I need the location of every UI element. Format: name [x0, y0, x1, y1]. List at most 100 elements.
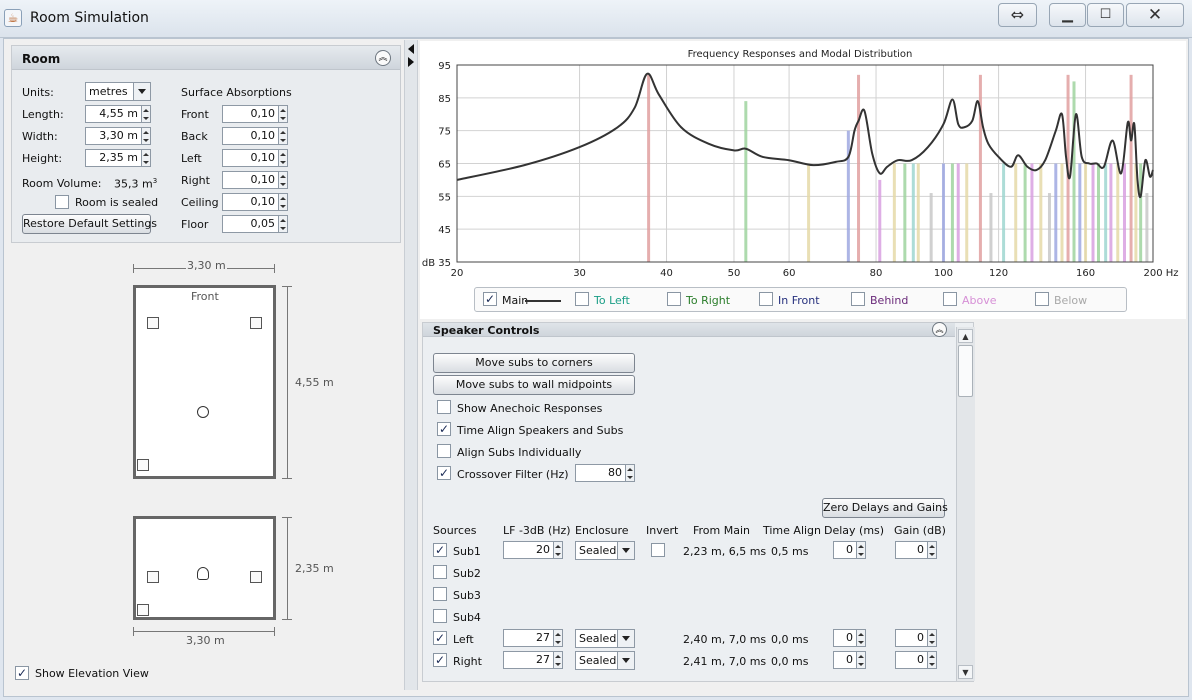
- move-subs-midpoints-button[interactable]: Move subs to wall midpoints: [433, 375, 635, 395]
- absorption-left-field[interactable]: 0,10: [222, 149, 279, 167]
- right-speaker-checkbox[interactable]: ✓: [433, 653, 447, 667]
- title-bar: ☕ Room Simulation ⇔ ▁ ☐ ✕: [0, 0, 1192, 38]
- crossover-spinner[interactable]: [626, 464, 635, 482]
- absorption-back-field[interactable]: 0,10: [222, 127, 279, 145]
- length-field[interactable]: 4,55 m: [85, 105, 142, 123]
- legend-below-checkbox[interactable]: [1035, 292, 1049, 306]
- sub1-lf-field[interactable]: 20: [503, 541, 554, 559]
- mode-bar: [989, 193, 993, 262]
- left-enclosure-select[interactable]: Sealed: [575, 629, 635, 648]
- sub1-icon[interactable]: [137, 459, 149, 471]
- maximize-button[interactable]: ☐: [1087, 3, 1124, 27]
- width-field[interactable]: 3,30 m: [85, 127, 142, 145]
- collapse-chevron-icon[interactable]: ︽: [375, 50, 391, 66]
- left-gain-spinner[interactable]: [928, 629, 937, 647]
- right-gain-spinner[interactable]: [928, 651, 937, 669]
- units-select[interactable]: metres: [85, 82, 151, 101]
- legend-to-right-checkbox[interactable]: [667, 292, 681, 306]
- crossover-field[interactable]: 80: [575, 464, 626, 482]
- legend-in-front-checkbox[interactable]: [759, 292, 773, 306]
- y-tick-label: 55: [438, 192, 451, 203]
- absorption-right-field[interactable]: 0,10: [222, 171, 279, 189]
- room-sealed-checkbox[interactable]: [55, 195, 69, 209]
- close-button[interactable]: ✕: [1126, 3, 1184, 27]
- show-elevation-checkbox[interactable]: ✓: [15, 666, 29, 680]
- sub2-checkbox[interactable]: [433, 565, 447, 579]
- minimize-button[interactable]: ▁: [1049, 3, 1086, 27]
- sub4-checkbox[interactable]: [433, 609, 447, 623]
- legend-above-checkbox[interactable]: [943, 292, 957, 306]
- listener-elevation-icon[interactable]: [197, 567, 209, 580]
- dimension-tick: [282, 619, 292, 620]
- speaker-right-icon[interactable]: [250, 317, 262, 329]
- absorption-front-field[interactable]: 0,10: [222, 105, 279, 123]
- listener-icon[interactable]: [197, 406, 209, 418]
- left-gain-field[interactable]: 0: [895, 629, 928, 647]
- right-delay-spinner[interactable]: [857, 651, 866, 669]
- absorption-floor-field[interactable]: 0,05: [222, 215, 279, 233]
- legend-behind-checkbox[interactable]: [851, 292, 865, 306]
- absorption-ceiling-spinner[interactable]: [279, 193, 288, 211]
- legend-main-checkbox[interactable]: ✓: [483, 292, 497, 306]
- speaker-left-elevation-icon[interactable]: [147, 571, 159, 583]
- scroll-down-arrow-icon[interactable]: ▼: [958, 665, 973, 679]
- right-delay-field[interactable]: 0: [833, 651, 857, 669]
- move-subs-corners-button[interactable]: Move subs to corners: [433, 353, 635, 373]
- speaker-right-elevation-icon[interactable]: [250, 571, 262, 583]
- left-lf-field[interactable]: 27: [503, 629, 554, 647]
- left-speaker-checkbox[interactable]: ✓: [433, 631, 447, 645]
- width-spinner[interactable]: [142, 127, 151, 145]
- surface-label-back: Back: [181, 130, 208, 143]
- left-delay-field[interactable]: 0: [833, 629, 857, 647]
- sub1-delay-field[interactable]: 0: [833, 541, 857, 559]
- time-align-checkbox[interactable]: ✓: [437, 422, 451, 436]
- absorption-right-spinner[interactable]: [279, 171, 288, 189]
- collapse-left-arrow-icon[interactable]: [408, 44, 414, 54]
- header-time-align: Time Align: [763, 524, 822, 537]
- chart-title: Frequency Responses and Modal Distributi…: [688, 49, 913, 60]
- expand-right-arrow-icon[interactable]: [408, 57, 414, 67]
- surface-label-ceiling: Ceiling: [181, 196, 219, 209]
- left-delay-spinner[interactable]: [857, 629, 866, 647]
- scroll-up-arrow-icon[interactable]: ▲: [958, 329, 973, 343]
- align-subs-checkbox[interactable]: [437, 444, 451, 458]
- length-spinner[interactable]: [142, 105, 151, 123]
- sub1-checkbox[interactable]: ✓: [433, 543, 447, 557]
- crossover-checkbox[interactable]: ✓: [437, 466, 451, 480]
- sub1-lf-spinner[interactable]: [554, 541, 563, 559]
- right-lf-field[interactable]: 27: [503, 651, 554, 669]
- absorption-left-spinner[interactable]: [279, 149, 288, 167]
- absorption-floor-spinner[interactable]: [279, 215, 288, 233]
- chevron-down-icon: [617, 542, 634, 559]
- speaker-left-icon[interactable]: [147, 317, 159, 329]
- sub1-gain-spinner[interactable]: [928, 541, 937, 559]
- sub1-invert-checkbox[interactable]: [651, 543, 665, 557]
- sub3-checkbox[interactable]: [433, 587, 447, 601]
- frequency-response-chart[interactable]: Frequency Responses and Modal Distributi…: [420, 41, 1186, 319]
- sub1-gain-field[interactable]: 0: [895, 541, 928, 559]
- zero-delays-gains-button[interactable]: Zero Delays and Gains: [822, 498, 948, 518]
- height-field[interactable]: 2,35 m: [85, 149, 142, 167]
- collapse-chevron-icon[interactable]: ︽: [932, 322, 947, 337]
- room-plan-view[interactable]: [133, 285, 276, 479]
- sub1-delay-spinner[interactable]: [857, 541, 866, 559]
- legend-to-left-checkbox[interactable]: [575, 292, 589, 306]
- legend-to-right-label: To Right: [686, 294, 731, 307]
- left-lf-spinner[interactable]: [554, 629, 563, 647]
- absorption-back-spinner[interactable]: [279, 127, 288, 145]
- mode-bar: [1145, 193, 1149, 262]
- absorption-ceiling-field[interactable]: 0,10: [222, 193, 279, 211]
- right-gain-field[interactable]: 0: [895, 651, 928, 669]
- right-enclosure-select[interactable]: Sealed: [575, 651, 635, 670]
- right-lf-spinner[interactable]: [554, 651, 563, 669]
- y-tick-label: 75: [438, 127, 451, 138]
- restore-defaults-button[interactable]: Restore Default Settings: [22, 214, 157, 234]
- scrollbar-thumb[interactable]: [958, 345, 973, 397]
- resize-arrows-icon[interactable]: ⇔: [998, 3, 1037, 27]
- split-pane-divider[interactable]: [404, 40, 418, 690]
- sub1-elevation-icon[interactable]: [137, 604, 149, 616]
- height-spinner[interactable]: [142, 149, 151, 167]
- absorption-front-spinner[interactable]: [279, 105, 288, 123]
- sub1-enclosure-select[interactable]: Sealed: [575, 541, 635, 560]
- show-anechoic-checkbox[interactable]: [437, 400, 451, 414]
